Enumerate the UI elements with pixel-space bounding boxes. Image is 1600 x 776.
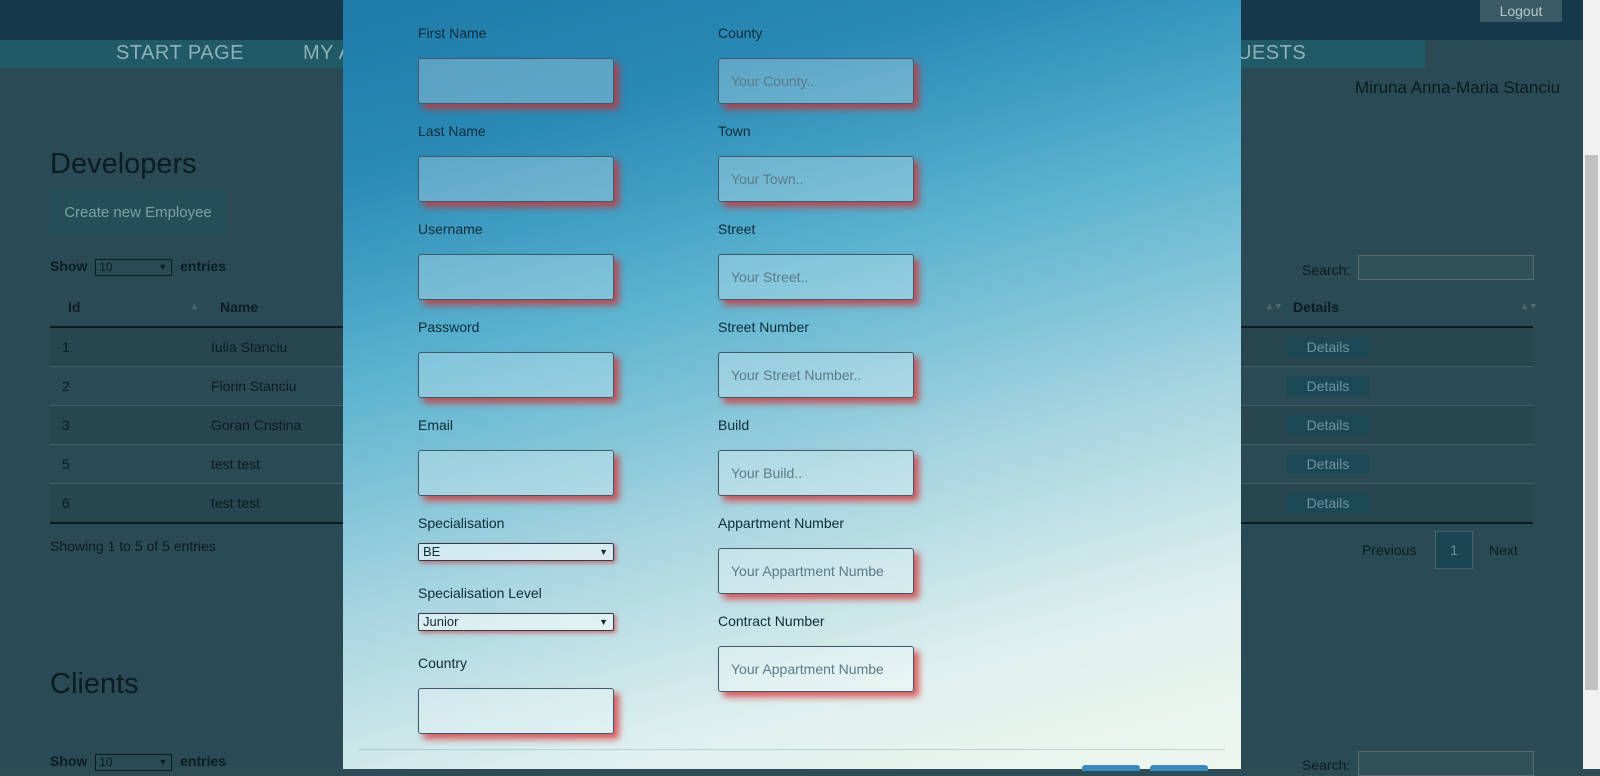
last-name-input[interactable] [418,156,614,202]
show-prefix: Show [50,753,88,769]
password-label: Password [418,319,480,335]
cell-name: Goran Cristina [211,417,302,433]
nav-requests[interactable]: UESTS [1237,42,1306,65]
clients-search-input[interactable] [1358,751,1534,776]
entries-select[interactable]: 10 ▼ [95,258,173,276]
appartment-number-label: Appartment Number [718,515,845,531]
contract-number-label: Contract Number [718,613,825,629]
cell-id: 3 [62,417,70,433]
cell-id: 1 [62,339,70,355]
developers-search-label: Search: [1302,262,1351,278]
clients-title: Clients [50,668,139,700]
chevron-down-icon: ▼ [158,261,168,272]
specialisation-value: BE [423,544,441,559]
street-number-input[interactable] [718,352,914,398]
chevron-down-icon: ▼ [599,617,608,627]
user-name: Miruna Anna-Maria Stanciu [1355,78,1561,97]
username-input[interactable] [418,254,614,300]
appartment-number-input[interactable] [718,548,914,594]
specialisation-level-label: Specialisation Level [418,585,542,601]
country-input[interactable] [418,688,614,734]
previous-button[interactable]: Previous [1362,542,1416,558]
save-button[interactable] [1082,765,1140,771]
cell-name: test test [211,495,261,511]
specialisation-label: Specialisation [418,515,505,531]
cell-id: 6 [62,495,70,511]
next-button[interactable]: Next [1489,542,1518,558]
email-input[interactable] [418,450,614,496]
column-details[interactable]: Details [1293,299,1339,315]
cell-id: 5 [62,456,70,472]
sort-icon: ▲▼ [1265,301,1283,311]
logout-button[interactable]: Logout [1480,0,1562,22]
chevron-down-icon: ▼ [158,756,168,767]
details-button[interactable]: Details [1287,415,1369,435]
password-input[interactable] [418,352,614,398]
specialisation-select[interactable]: BE ▼ [418,543,614,561]
sort-icon: ▲ [190,301,199,311]
create-employee-button[interactable]: Create new Employee [49,190,227,236]
town-input[interactable] [718,156,914,202]
page-1-button[interactable]: 1 [1435,531,1473,569]
cell-name: Iulia Stanciu [211,339,288,355]
show-prefix: Show [50,258,88,274]
clients-length-control: Show 10 ▼ entries [50,753,226,771]
details-button[interactable]: Details [1287,454,1369,474]
street-number-label: Street Number [718,319,810,335]
first-name-label: First Name [418,25,487,41]
entries-select[interactable]: 10 ▼ [95,753,173,771]
last-name-label: Last Name [418,123,486,139]
email-label: Email [418,417,454,433]
scrollbar-thumb[interactable] [1585,155,1598,690]
developers-length-control: Show 10 ▼ entries [50,258,226,276]
show-suffix: entries [180,753,227,769]
developers-title: Developers [50,148,197,180]
chevron-down-icon: ▼ [599,547,608,557]
country-label: Country [418,655,468,671]
specialisation-level-value: Junior [423,614,459,629]
column-id[interactable]: Id [68,299,80,315]
first-name-input[interactable] [418,58,614,104]
street-input[interactable] [718,254,914,300]
specialisation-level-select[interactable]: Junior ▼ [418,613,614,631]
details-button[interactable]: Details [1287,337,1369,357]
build-label: Build [718,417,750,433]
modal-footer-divider [359,749,1225,750]
build-input[interactable] [718,450,914,496]
street-label: Street [718,221,756,237]
showing-entries: Showing 1 to 5 of 5 entries [50,538,216,554]
show-suffix: entries [180,258,227,274]
cell-id: 2 [62,378,70,394]
column-name[interactable]: Name [220,299,258,315]
town-label: Town [718,123,751,139]
contract-number-input[interactable] [718,646,914,692]
clients-search-label: Search: [1302,757,1351,773]
developers-search-input[interactable] [1358,255,1534,280]
sort-icon: ▲▼ [1520,301,1538,311]
cell-name: test test [211,456,261,472]
username-label: Username [418,221,483,237]
details-button[interactable]: Details [1287,493,1369,513]
close-button[interactable] [1150,765,1208,771]
details-button[interactable]: Details [1287,376,1369,396]
county-label: County [718,25,763,41]
county-input[interactable] [718,58,914,104]
cell-name: Florin Stanciu [211,378,297,394]
nav-start-page[interactable]: START PAGE [116,42,244,65]
